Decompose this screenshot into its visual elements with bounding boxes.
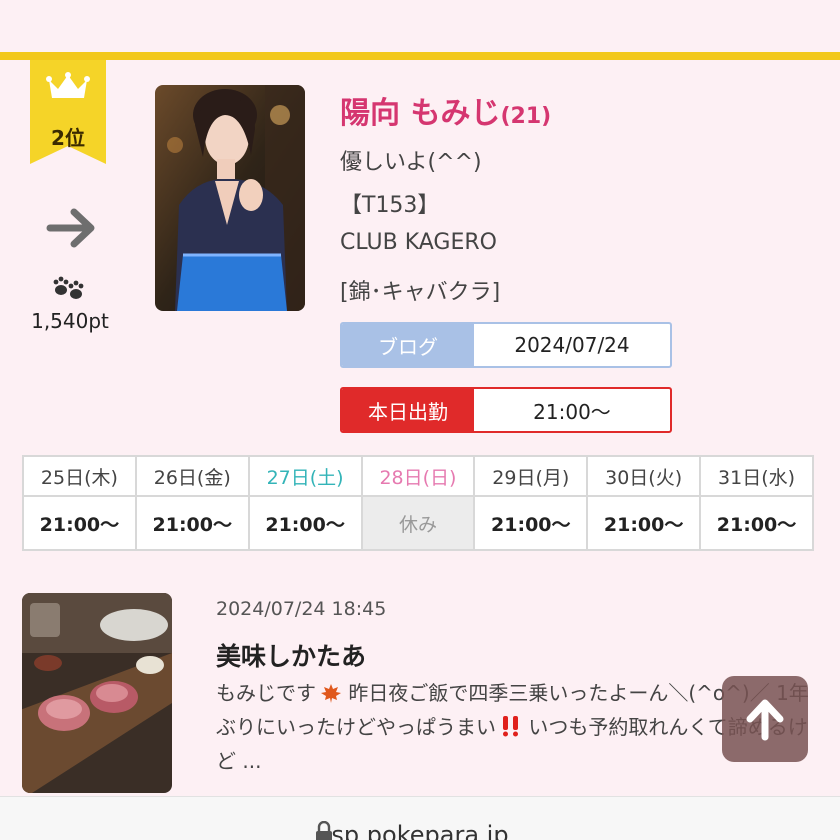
club-name[interactable]: CLUB KAGERO — [340, 230, 497, 255]
schedule-day: 26日(金) — [134, 455, 250, 497]
cast-name-row[interactable]: 陽向 もみじ(21) — [340, 88, 551, 132]
schedule-times-row: 21:00〜 21:00〜 21:00〜 休み 21:00〜 21:00〜 21… — [22, 495, 814, 551]
rank-badge: 2位 — [30, 60, 106, 164]
browser-url: sp.pokepara.jp — [331, 821, 509, 840]
arrow-right-icon — [46, 208, 95, 248]
schedule-time: 21:00〜 — [247, 495, 363, 551]
today-work-badge: 本日出勤 21:00〜 — [340, 387, 672, 433]
blog-post-title[interactable]: 美味しかたあ — [216, 637, 366, 673]
blog-excerpt-part: もみじです — [216, 681, 316, 705]
blog-date: 2024/07/24 — [514, 333, 630, 357]
blog-post-thumbnail[interactable] — [22, 593, 172, 793]
schedule-day: 28日(日) — [360, 455, 476, 497]
schedule-days-row: 25日(木) 26日(金) 27日(土) 28日(日) 29日(月) 30日(火… — [22, 455, 814, 497]
scroll-to-top-button[interactable] — [722, 676, 808, 762]
schedule-day: 29日(月) — [473, 455, 589, 497]
schedule-time: 21:00〜 — [586, 495, 702, 551]
ranking-points: 1,540pt — [31, 309, 109, 333]
schedule-time: 21:00〜 — [473, 495, 589, 551]
paw-icon — [53, 276, 84, 299]
cast-age: (21) — [500, 104, 552, 129]
blog-link[interactable]: ブログ 2024/07/24 — [340, 322, 672, 368]
schedule-day: 25日(木) — [22, 455, 137, 497]
double-exclamation-icon — [503, 716, 518, 737]
ranking-divider — [0, 52, 840, 60]
top-strip — [0, 0, 840, 52]
profile-photo[interactable] — [155, 85, 305, 311]
schedule-time-off: 休み — [360, 495, 476, 551]
blog-label: ブログ — [342, 324, 474, 366]
today-work-time: 21:00〜 — [533, 399, 611, 424]
cast-name[interactable]: 陽向 もみじ — [340, 96, 500, 131]
schedule-time: 21:00〜 — [699, 495, 814, 551]
cast-catchphrase: 優しいよ(^^) — [340, 150, 482, 175]
today-work-label: 本日出勤 — [342, 389, 474, 431]
schedule-day: 31日(水) — [699, 455, 814, 497]
crown-icon — [46, 72, 90, 98]
schedule-day: 27日(土) — [247, 455, 363, 497]
maple-leaf-icon — [321, 684, 341, 703]
cast-height: 【T153】 — [340, 193, 440, 218]
browser-url-bar[interactable]: sp.pokepara.jp — [0, 796, 840, 840]
arrow-up-icon — [746, 699, 784, 741]
weekly-schedule: 25日(木) 26日(金) 27日(土) 28日(日) 29日(月) 30日(火… — [22, 455, 814, 551]
schedule-time: 21:00〜 — [134, 495, 250, 551]
rank-label: 2位 — [51, 126, 85, 150]
blog-post-date: 2024/07/24 18:45 — [216, 598, 387, 620]
schedule-day: 30日(火) — [586, 455, 702, 497]
schedule-time: 21:00〜 — [22, 495, 137, 551]
club-area: [錦･キャバクラ] — [340, 280, 501, 305]
